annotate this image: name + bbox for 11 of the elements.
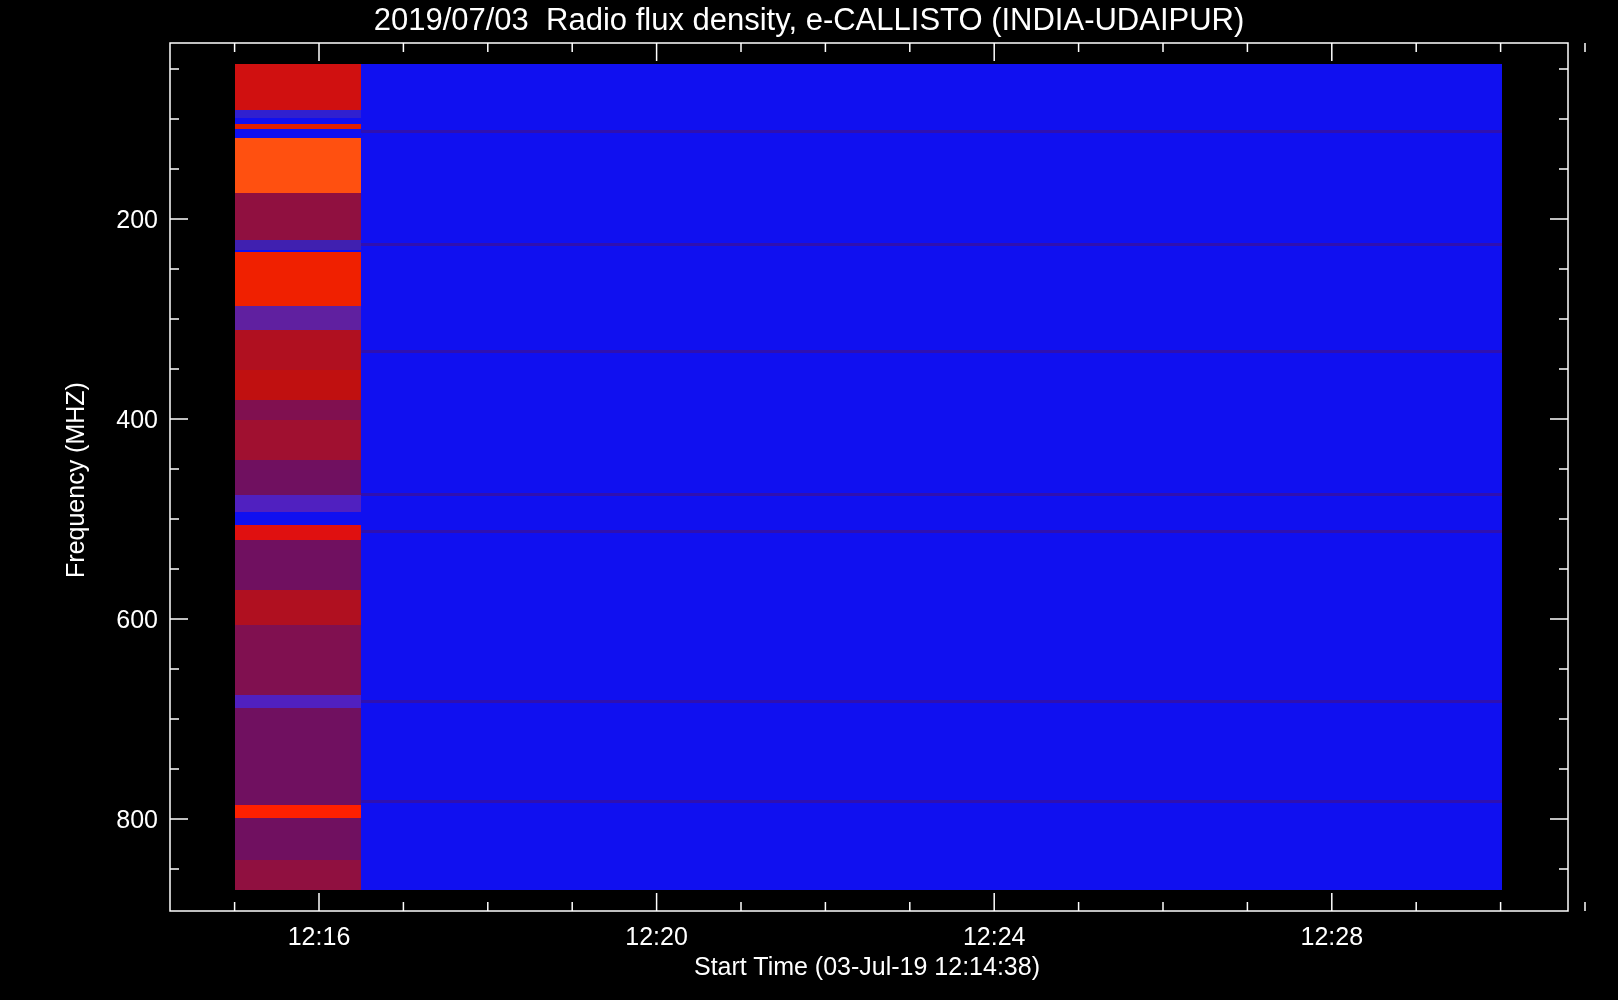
chart-title: 2019/07/03 Radio flux density, e-CALLISTO (INDIA-UDAIPUR) <box>373 2 1245 37</box>
x-tick-label: 12:28 <box>1300 922 1364 950</box>
y-tick-label: 600 <box>116 605 158 633</box>
x-tick-label: 12:20 <box>625 922 688 950</box>
y-tick-label: 800 <box>116 805 158 833</box>
x-tick-label: 12:16 <box>287 922 351 950</box>
x-axis-label: Start Time (03-Jul-19 12:14:38) <box>694 952 1040 980</box>
y-axis-label: Frequency (MHZ) <box>61 382 89 578</box>
x-tick-label: 12:24 <box>962 922 1026 950</box>
y-tick-label: 200 <box>116 205 158 233</box>
y-tick-label: 400 <box>116 405 158 433</box>
